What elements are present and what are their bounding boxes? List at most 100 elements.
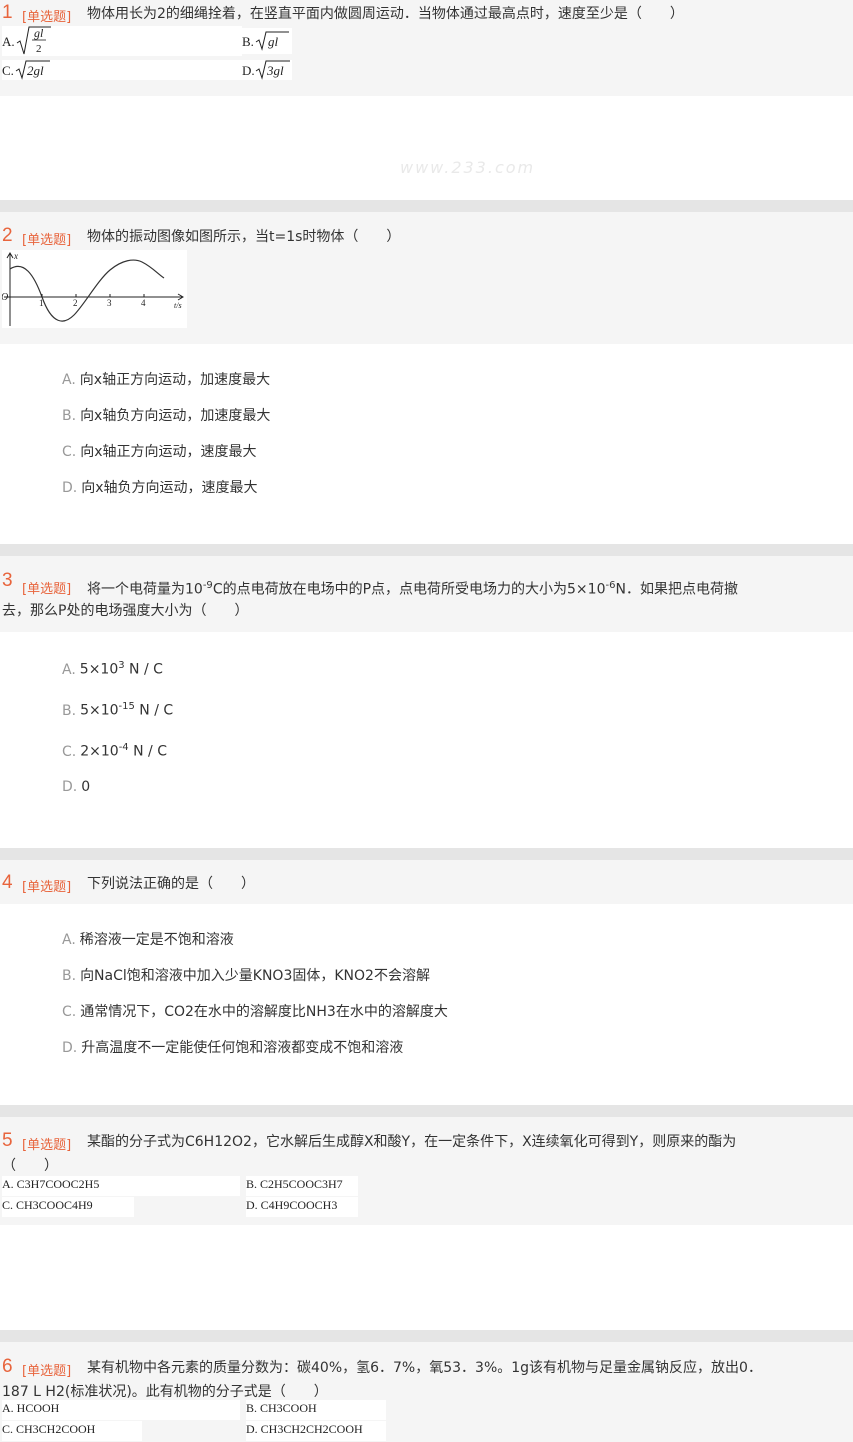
- option-letter: D.: [62, 779, 78, 795]
- option-text: B. C2H5COOC3H7: [246, 1177, 343, 1191]
- question-type-tag: [单选题]: [22, 1364, 72, 1379]
- option-text: 向x轴正方向运动，速度最大: [80, 444, 257, 460]
- option-letter: D.: [62, 1040, 78, 1056]
- y-axis-label: x: [13, 251, 18, 261]
- separator: [0, 200, 853, 212]
- sqrt-gl-formula: gl: [255, 31, 289, 51]
- option-d[interactable]: D. 向x轴负方向运动，速度最大: [62, 477, 258, 497]
- option-c[interactable]: C. 2×10-4 N / C: [62, 742, 167, 760]
- option-d[interactable]: D. 升高温度不一定能使任何饱和溶液都变成不饱和溶液: [62, 1037, 403, 1057]
- option-text: 向x轴正方向运动，加速度最大: [79, 372, 271, 388]
- question-number: 2: [2, 225, 13, 246]
- option-text: 5×10: [79, 661, 119, 678]
- question-number: 6: [2, 1356, 13, 1377]
- option-letter: A.: [62, 932, 76, 948]
- question-text: 物体的振动图像如图所示，当t=1s时物体（ ）: [87, 229, 401, 245]
- option-text: 5×10: [80, 702, 119, 719]
- question-type-tag: [单选题]: [22, 233, 72, 248]
- separator: [0, 1330, 853, 1342]
- option-text: 向x轴负方向运动，速度最大: [81, 480, 258, 496]
- option-letter: C.: [62, 1004, 77, 1020]
- option-letter: D.: [62, 480, 78, 496]
- separator: [0, 1105, 853, 1117]
- svg-text:gl: gl: [268, 34, 279, 49]
- option-text: 通常情况下，CO2在水中的溶解度比NH3在水中的溶解度大: [80, 1004, 448, 1020]
- option-c[interactable]: C. 通常情况下，CO2在水中的溶解度比NH3在水中的溶解度大: [62, 1001, 448, 1021]
- vibration-graph: O x 1 2 3 4 t/s: [1, 250, 187, 328]
- option-a[interactable]: A. 5×103 N / C: [62, 660, 163, 678]
- option-text: 0: [81, 779, 91, 795]
- option-text: 稀溶液一定是不饱和溶液: [79, 932, 234, 948]
- option-letter: C.: [62, 444, 77, 460]
- option-letter: B.: [62, 968, 77, 984]
- question-text: 将一个电荷量为10-9C的点电荷放在电场中的P点，点电荷所受电场力的大小为5×1…: [87, 580, 738, 598]
- question-number: 4: [2, 872, 13, 893]
- sqrt-2gl-formula: 2gl: [15, 60, 50, 80]
- svg-text:2gl: 2gl: [27, 63, 44, 78]
- question-text-line2: 去，那么P处的电场强度大小为（ ）: [2, 603, 249, 619]
- option-c[interactable]: C. 向x轴正方向运动，速度最大: [62, 441, 257, 461]
- separator: [0, 848, 853, 860]
- sqrt-3gl-formula: 3gl: [255, 60, 290, 80]
- option-a[interactable]: A. gl 2: [2, 26, 242, 56]
- option-letter: D.: [242, 63, 255, 79]
- option-text: 向NaCl饱和溶液中加入少量KNO3固体，KNO2不会溶解: [80, 968, 430, 984]
- option-letter: C.: [2, 63, 14, 79]
- option-b[interactable]: B. 向x轴负方向运动，加速度最大: [62, 405, 270, 425]
- sqrt-gl-over-2-formula: gl 2: [16, 26, 51, 55]
- option-b[interactable]: B. C2H5COOC3H7: [246, 1176, 358, 1196]
- option-text: 升高温度不一定能使任何饱和溶液都变成不饱和溶液: [81, 1040, 404, 1056]
- option-a[interactable]: A. 稀溶液一定是不饱和溶液: [62, 929, 234, 949]
- option-c[interactable]: C. CH3CH2COOH: [2, 1421, 142, 1441]
- option-letter: A.: [2, 34, 15, 50]
- option-text: A. C3H7COOC2H5: [2, 1177, 100, 1191]
- exponent: -15: [118, 701, 135, 712]
- option-text: B. CH3COOH: [246, 1401, 317, 1415]
- option-c[interactable]: C. CH3COOC4H9: [2, 1197, 134, 1217]
- option-b[interactable]: B. gl: [242, 28, 292, 54]
- option-a[interactable]: A. C3H7COOC2H5: [2, 1176, 240, 1196]
- option-letter: B.: [62, 702, 77, 719]
- question-number: 5: [2, 1130, 13, 1151]
- option-letter: C.: [62, 743, 77, 760]
- watermark: www.233.com: [400, 158, 536, 177]
- option-d[interactable]: D. 0: [62, 779, 90, 795]
- option-c[interactable]: C. 2gl: [2, 60, 242, 80]
- tick-label: 4: [141, 298, 146, 308]
- question-text-line2: （ ）: [2, 1158, 58, 1174]
- option-letter: A.: [62, 661, 76, 678]
- separator: [0, 544, 853, 556]
- question-text: 某有机物中各元素的质量分数为：碳40%，氢6．7%，氧53．3%。1g该有机物与…: [87, 1360, 762, 1376]
- tick-label: 1: [39, 298, 44, 308]
- option-b[interactable]: B. 5×10-15 N / C: [62, 701, 173, 719]
- option-text: D. CH3CH2CH2COOH: [246, 1422, 363, 1436]
- question-type-tag: [单选题]: [22, 10, 72, 25]
- question-type-tag: [单选题]: [22, 880, 72, 895]
- option-d[interactable]: D. 3gl: [242, 60, 292, 80]
- question-text: 物体用长为2的细绳拴着，在竖直平面内做圆周运动．当物体通过最高点时，速度至少是（…: [87, 6, 684, 22]
- question-type-tag: [单选题]: [22, 582, 72, 597]
- question-number: 3: [2, 570, 13, 591]
- option-text: C. CH3CH2COOH: [2, 1422, 96, 1436]
- question-type-tag: [单选题]: [22, 1138, 72, 1153]
- unit: N / C: [134, 702, 174, 719]
- option-text: 向x轴负方向运动，加速度最大: [80, 408, 271, 424]
- option-d[interactable]: D. C4H9COOCH3: [246, 1197, 358, 1217]
- svg-text:3gl: 3gl: [266, 63, 284, 78]
- unit: N / C: [128, 743, 167, 760]
- tick-label: 3: [107, 298, 112, 308]
- option-a[interactable]: A. 向x轴正方向运动，加速度最大: [62, 369, 270, 389]
- option-b[interactable]: B. 向NaCl饱和溶液中加入少量KNO3固体，KNO2不会溶解: [62, 965, 430, 985]
- question-text: 下列说法正确的是（ ）: [87, 876, 255, 892]
- option-d[interactable]: D. CH3CH2CH2COOH: [246, 1421, 386, 1441]
- option-a[interactable]: A. HCOOH: [2, 1400, 240, 1420]
- svg-text:gl: gl: [34, 26, 44, 40]
- question-text: 某酯的分子式为C6H12O2，它水解后生成醇X和酸Y，在一定条件下，X连续氧化可…: [87, 1134, 737, 1150]
- option-text: D. C4H9COOCH3: [246, 1198, 338, 1212]
- x-axis-label: t/s: [174, 301, 182, 310]
- option-letter: B.: [242, 34, 254, 50]
- question-number: 1: [2, 2, 13, 23]
- option-text: C. CH3COOC4H9: [2, 1198, 93, 1212]
- svg-text:2: 2: [36, 43, 42, 55]
- option-b[interactable]: B. CH3COOH: [246, 1400, 386, 1420]
